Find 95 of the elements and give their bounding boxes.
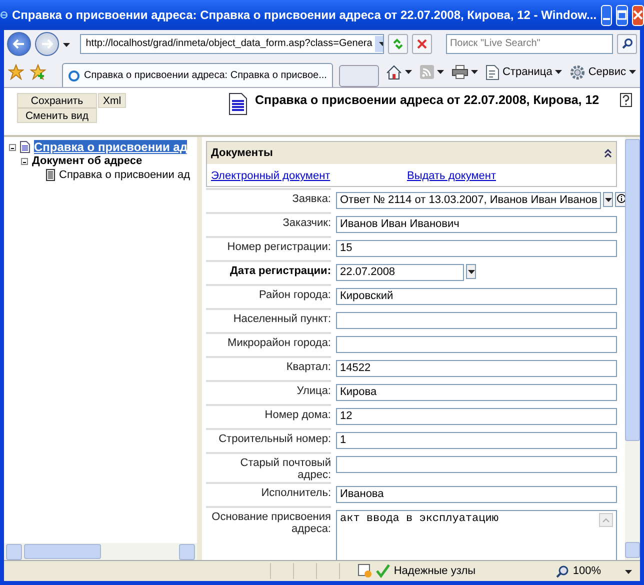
caret-icon [437,70,444,74]
close-button[interactable] [632,4,644,26]
section-title: Документы [211,147,273,159]
toolbar-button[interactable]: Xml [98,93,126,108]
tree-item[interactable]: Справка о присвоении ад [59,169,190,181]
search-field[interactable]: Поиск "Live Search" [446,34,614,54]
left-arrow-icon [12,38,25,48]
field-label: Номер регистрации: [206,236,331,259]
maximize-button[interactable] [616,4,628,26]
caret-icon [625,570,632,574]
document-link[interactable]: Выдать документ [406,170,496,182]
printer-icon[interactable] [452,65,468,79]
info-button[interactable] [615,192,625,207]
caret-icon [405,70,412,74]
back-button[interactable] [7,32,31,56]
home-button[interactable] [386,64,412,80]
scroll-up-icon [599,513,613,527]
field-label: Улица: [206,380,331,403]
input-field[interactable]: 14522 [336,360,617,377]
input-field[interactable]: Кировский [336,288,617,305]
address-field[interactable]: http://localhost/grad/inmeta/object_data_form.asp?class=Genera [80,34,384,54]
forward-button[interactable] [34,32,59,56]
warning-page-icon[interactable] [358,564,372,578]
minimize-button[interactable] [600,4,612,26]
close-icon [633,10,643,20]
input-field[interactable]: 1 [336,432,617,449]
calendar-button[interactable] [466,264,476,279]
collapse-icon[interactable] [604,148,612,158]
input-field[interactable] [336,336,617,353]
right-arrow-icon [40,38,53,48]
input-field[interactable]: Кирова [336,384,617,401]
field-label: Дата регистрации: [206,260,331,283]
zoom-icon [556,564,569,578]
field-label: Заказчик: [206,212,331,235]
caret-icon [62,42,70,46]
minimize-icon [602,18,610,20]
document-icon [20,141,30,153]
security-zone: Надежные узлы [394,565,476,577]
browser-tab[interactable]: Справка о присвоении адреса: Справка о присвое... [62,63,333,87]
vertical-scrollbar[interactable] [625,137,640,560]
info-icon [617,194,625,203]
input-field[interactable]: 15 [336,240,617,257]
dropdown-button[interactable] [603,192,614,207]
horizontal-scrollbar[interactable] [4,543,197,560]
document-title: Справка о присвоении адреса от 22.07.2008, Кирова, 12 [255,93,600,107]
settings-icon [570,64,586,80]
check-icon [376,564,390,578]
zoom-button[interactable]: 100% [550,564,607,578]
tree-item[interactable]: Справка о присвоении ад [34,140,188,154]
date-field[interactable]: 22.07.2008 [336,264,464,281]
document-icon [46,169,55,181]
add-favorite-icon[interactable] [30,64,46,80]
refresh-icon [392,38,404,50]
input-field[interactable]: Иванова [336,486,617,503]
tree-item[interactable]: Документ об адресе [32,155,142,167]
stop-icon [417,38,427,48]
page-button[interactable]: Страница [486,64,562,80]
input-field[interactable] [336,456,617,473]
search-icon [622,38,633,49]
collapse-toggle[interactable] [9,144,16,150]
field-label: Микрорайон города: [206,332,331,355]
input-field[interactable]: 12 [336,408,617,425]
refresh-button[interactable] [388,34,408,54]
input-field[interactable] [336,312,617,329]
field-label: Строительный номер: [206,428,331,451]
home-icon[interactable] [386,64,402,80]
stop-button[interactable] [412,34,432,54]
combo-field[interactable]: Ответ № 2114 от 13.03.2007, Иванов Иван Иванов [336,192,602,209]
feeds-button[interactable] [420,65,444,79]
caret-icon [555,70,562,74]
star-icon[interactable] [8,64,24,80]
field-label: Район города: [206,284,331,307]
caret-icon [471,70,478,74]
maximize-icon [617,10,627,20]
caret-icon [468,270,474,274]
field-label: Старый почтовый адрес: [206,452,331,481]
window-title: Справка о присвоении адреса: Справка о присвоении адреса от 22.07.2008, Кирова, 12 - Window... [12,8,597,22]
print-button[interactable] [452,65,478,79]
help-icon[interactable] [620,93,632,107]
document-icon [229,93,247,115]
field-label: Заявка: [206,188,331,211]
field-label: Квартал: [206,356,331,379]
toolbar-button[interactable]: Сохранить [17,93,97,108]
field-label: Номер дома: [206,404,331,427]
field-label: Населенный пункт: [206,308,331,331]
field-label: Исполнитель: [206,482,331,505]
caret-icon [604,198,612,202]
input-field[interactable]: Иванов Иван Иванович [336,216,617,233]
caret-icon [378,42,384,46]
collapse-toggle[interactable] [21,158,28,164]
search-button[interactable] [617,34,637,54]
tools-button[interactable]: Сервис [570,64,636,80]
document-link[interactable]: Электронный документ [211,170,330,182]
caret-icon [629,70,636,74]
toolbar-button[interactable]: Сменить вид [17,108,97,123]
